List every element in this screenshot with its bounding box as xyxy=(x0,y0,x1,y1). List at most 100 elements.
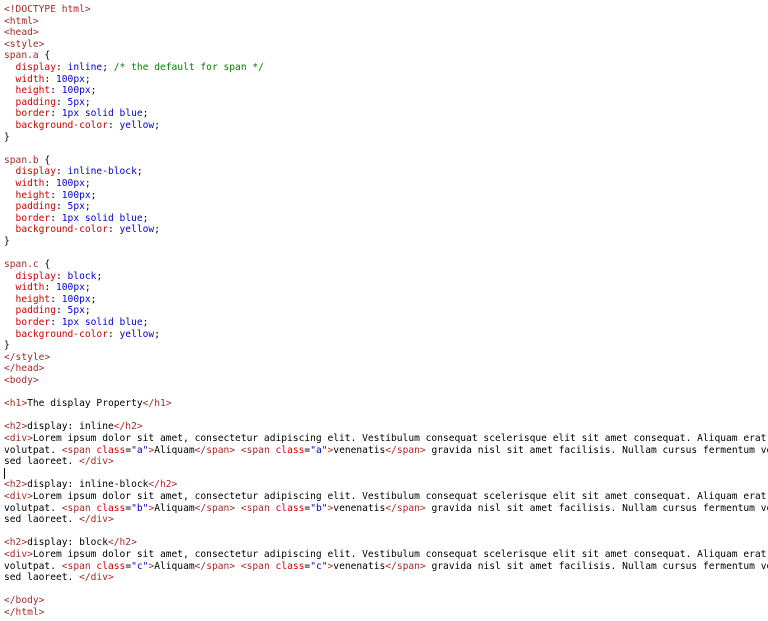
code-punctuation: } xyxy=(4,131,10,143)
code-punctuation: ; xyxy=(84,305,91,317)
code-line: display: inline; /* the default for span… xyxy=(4,62,768,74)
code-punctuation: { xyxy=(38,259,51,271)
code-line: <div>Lorem ipsum dolor sit amet, consect… xyxy=(4,549,768,561)
code-text: venenatis xyxy=(333,502,386,514)
code-tag: <div> xyxy=(4,432,33,444)
code-text: sed laoreet. xyxy=(4,572,80,584)
code-tag: </span> xyxy=(385,444,426,456)
code-line: <html> xyxy=(4,16,768,28)
code-tag: </html> xyxy=(4,606,45,618)
code-punctuation: : xyxy=(50,85,62,97)
code-tag: </span> xyxy=(194,560,236,572)
css-value: 5px xyxy=(67,305,85,317)
code-line: height: 100px; xyxy=(4,294,768,306)
css-value: yellow xyxy=(119,224,155,236)
css-value: yellow xyxy=(119,119,155,131)
code-punctuation: ; xyxy=(136,166,143,178)
attribute-value: "a" xyxy=(310,444,328,456)
code-line: border: 1px solid blue; xyxy=(4,108,768,120)
code-text: Aliquam xyxy=(154,444,195,456)
text-cursor xyxy=(4,468,5,479)
code-line: <h2>display: block</h2> xyxy=(4,537,768,549)
css-selector: span.b xyxy=(4,154,39,166)
code-tag: <span xyxy=(61,502,97,514)
code-tag: <h2> xyxy=(4,537,28,549)
code-tag: <html> xyxy=(4,15,39,27)
code-text: Lorem ipsum dolor sit amet, consectetur … xyxy=(32,490,767,502)
css-property: display xyxy=(4,166,56,178)
code-tag: <span xyxy=(61,560,97,572)
code-punctuation: ; xyxy=(84,73,91,85)
css-property: border xyxy=(4,108,51,120)
code-punctuation: ; xyxy=(142,212,149,224)
code-punctuation: ; xyxy=(154,119,160,131)
code-punctuation: : xyxy=(50,189,62,201)
code-punctuation: ; xyxy=(142,317,149,329)
code-tag: <h2> xyxy=(4,479,28,491)
code-punctuation: : xyxy=(55,61,68,73)
code-line: volutpat. <span class="c">Aliquam</span>… xyxy=(4,561,768,573)
code-line: </html> xyxy=(4,607,768,619)
code-tag: </h2> xyxy=(107,537,137,549)
code-punctuation: : xyxy=(50,108,62,120)
code-text: gravida nisl sit amet facilisis. Nullam … xyxy=(425,444,768,456)
css-value: block xyxy=(67,270,97,282)
css-property: background-color xyxy=(4,224,108,236)
attribute-value: "c" xyxy=(131,560,149,572)
code-tag: </span> xyxy=(385,560,426,572)
html-attribute: class xyxy=(275,444,305,456)
code-text: volutpat. xyxy=(4,560,62,572)
code-text: display: inline-block xyxy=(27,479,149,491)
css-property: padding xyxy=(4,305,56,317)
code-line: volutpat. <span class="a">Aliquam</span>… xyxy=(4,445,768,457)
css-property: width xyxy=(4,282,45,294)
code-punctuation: ; xyxy=(154,224,160,236)
code-punctuation: ; xyxy=(96,270,103,282)
code-tag: </span> xyxy=(385,502,426,514)
code-punctuation: { xyxy=(38,154,51,166)
code-text: volutpat. xyxy=(4,444,62,456)
css-property: width xyxy=(4,73,45,85)
code-text: venenatis xyxy=(333,560,386,572)
code-text: venenatis xyxy=(333,444,386,456)
code-punctuation: : xyxy=(50,212,62,224)
code-editor[interactable]: <!DOCTYPE html> <html> <head> <style> span.a… xyxy=(0,0,768,621)
code-line: } xyxy=(4,132,768,144)
code-line: background-color: yellow; xyxy=(4,329,768,341)
code-punctuation: : xyxy=(55,305,68,317)
code-punctuation: : xyxy=(107,224,120,236)
css-selector: span.c xyxy=(4,259,39,271)
code-line: background-color: yellow; xyxy=(4,120,768,132)
code-tag: <h2> xyxy=(4,421,28,433)
code-punctuation: ; xyxy=(90,189,97,201)
code-tag: </h2> xyxy=(113,421,143,433)
code-tag: <body> xyxy=(4,375,39,386)
code-punctuation: : xyxy=(107,119,120,131)
code-line: padding: 5px; xyxy=(4,201,768,213)
code-line: <div>Lorem ipsum dolor sit amet, consect… xyxy=(4,433,768,445)
code-line: padding: 5px; xyxy=(4,305,768,317)
code-line: sed laoreet. </div> xyxy=(4,514,768,526)
html-attribute: class xyxy=(96,560,126,572)
code-tag: </head> xyxy=(4,363,45,375)
code-line: display: inline-block; xyxy=(4,166,768,178)
code-text: Aliquam xyxy=(154,560,195,572)
code-tag: <div> xyxy=(4,490,33,502)
css-value: 100px xyxy=(56,177,85,189)
code-tag: <head> xyxy=(4,27,39,39)
code-line: border: 1px solid blue; xyxy=(4,317,768,329)
code-text: sed laoreet. xyxy=(4,456,80,468)
code-text: Lorem ipsum dolor sit amet, consectetur … xyxy=(32,432,767,444)
attribute-value: "c" xyxy=(310,560,328,572)
css-value: 100px xyxy=(61,85,91,97)
css-value: inline-block xyxy=(67,166,137,178)
code-line: ​ xyxy=(4,526,768,538)
css-property: height xyxy=(4,293,51,305)
code-punctuation: : xyxy=(107,328,120,340)
code-punctuation: { xyxy=(38,50,51,62)
css-property: display xyxy=(4,61,56,73)
code-line: volutpat. <span class="b">Aliquam</span>… xyxy=(4,503,768,515)
code-punctuation: ; xyxy=(142,108,149,120)
code-line: ​ xyxy=(4,410,768,422)
code-line: } xyxy=(4,236,768,248)
